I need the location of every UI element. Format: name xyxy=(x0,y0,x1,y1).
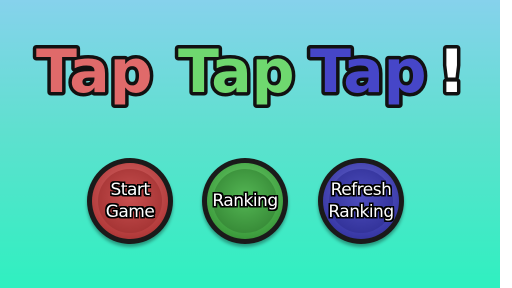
ranking-label: Ranking xyxy=(212,191,278,211)
refresh-ranking-button[interactable]: Refresh Ranking xyxy=(318,158,404,244)
refresh-ranking-label: Refresh Ranking xyxy=(328,180,394,222)
start-game-button[interactable]: Start Game xyxy=(87,158,173,244)
ranking-button[interactable]: Ranking xyxy=(202,158,288,244)
title-word-3: Tap xyxy=(310,37,427,107)
game-title: Tap Tap Tap ! xyxy=(33,34,469,111)
title-word-1: Tap xyxy=(36,37,153,107)
start-game-label: Start Game xyxy=(105,180,155,222)
title-word-2: Tap xyxy=(178,37,295,107)
title-exclamation: ! xyxy=(438,37,465,107)
